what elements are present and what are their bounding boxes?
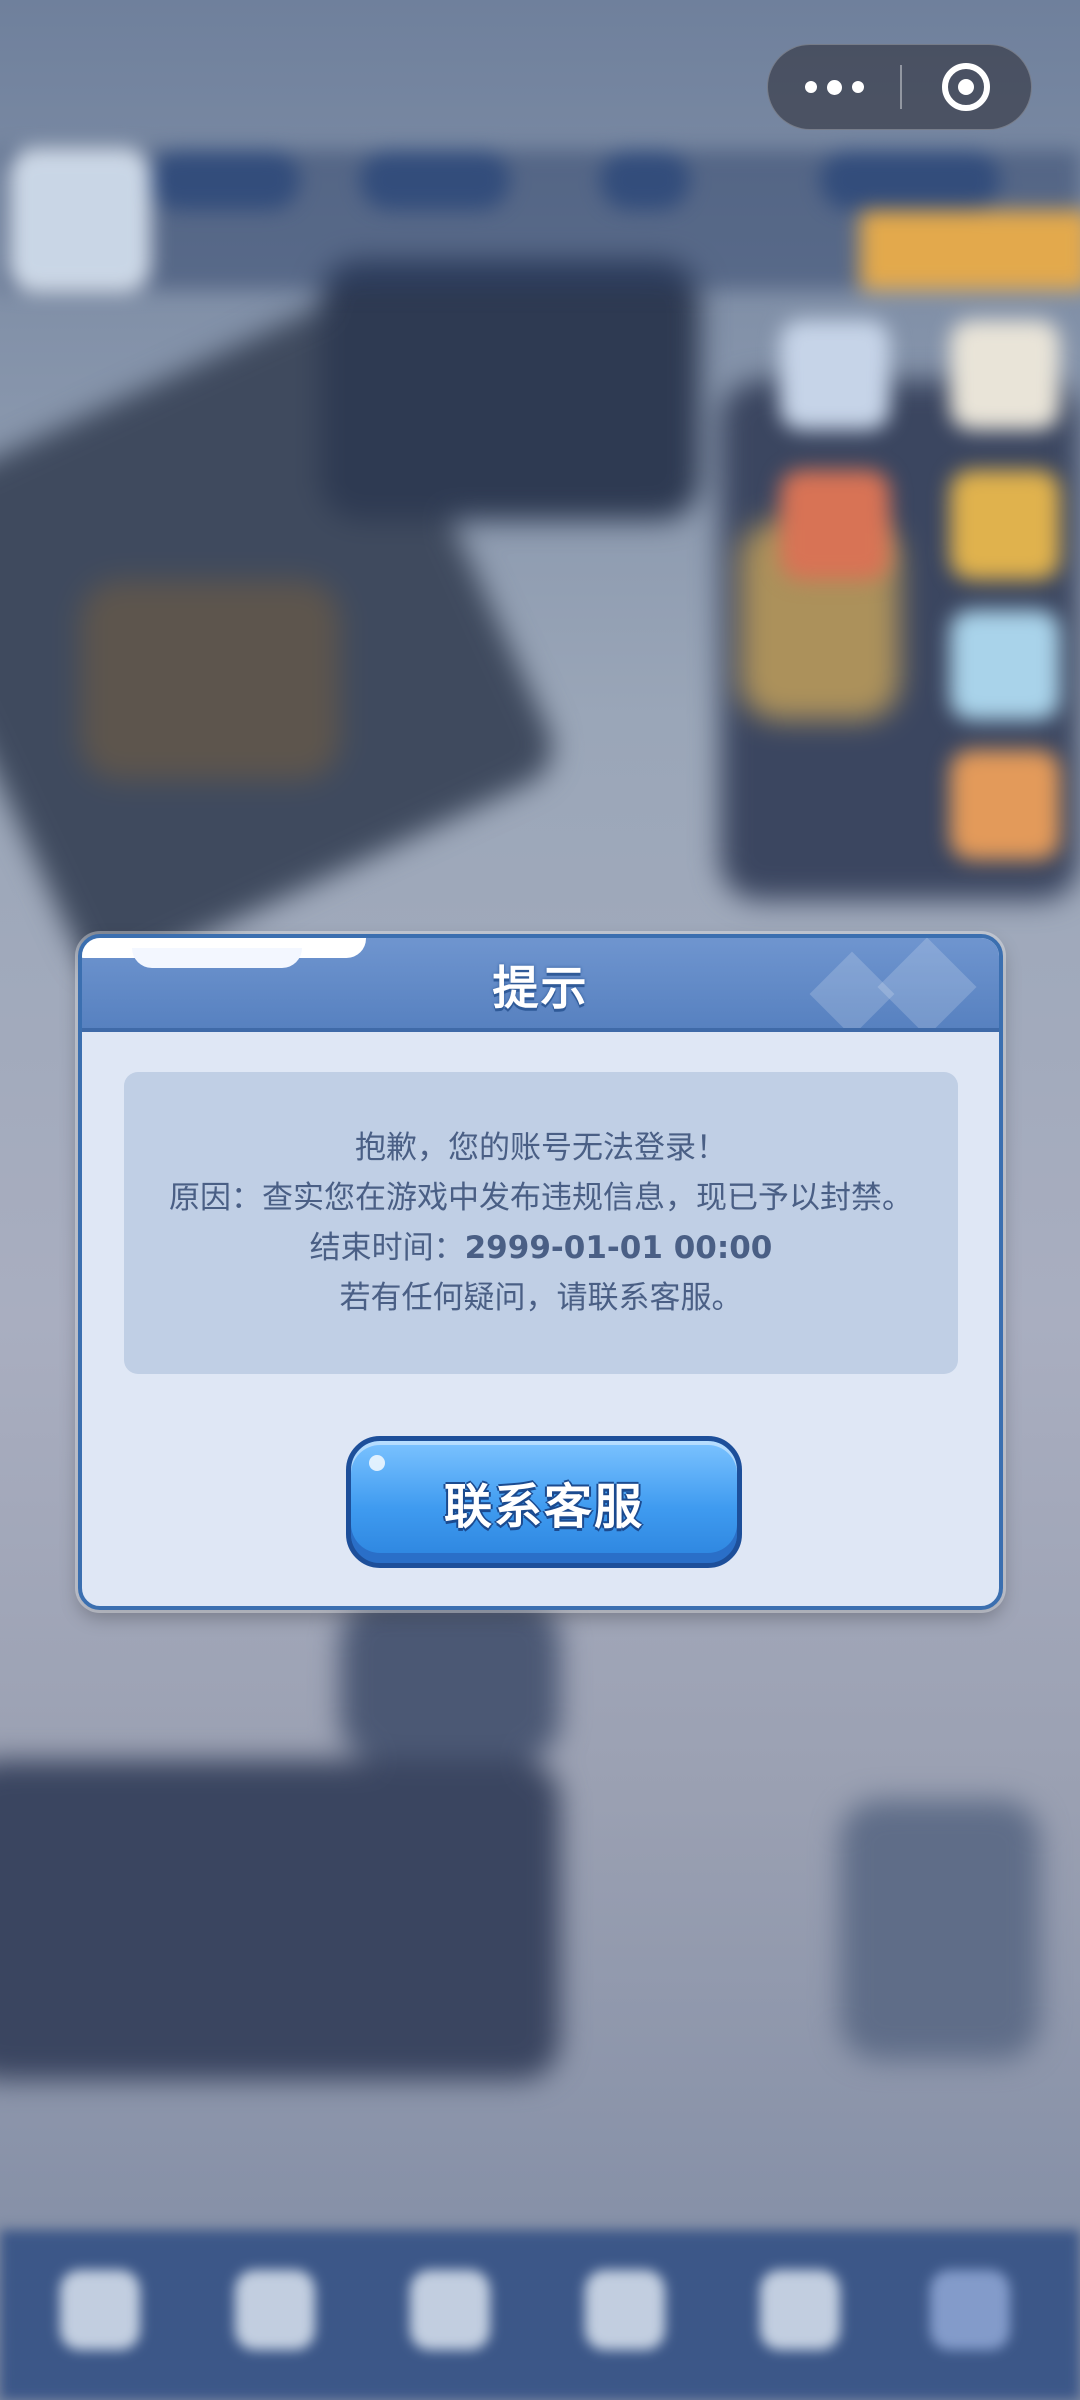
nav-icon bbox=[760, 2270, 840, 2350]
end-time-value: 2999-01-01 00:00 bbox=[464, 1230, 773, 1266]
event-icon bbox=[950, 470, 1060, 580]
dialog-title: 提示 bbox=[492, 961, 589, 1015]
nav-icon bbox=[585, 2270, 665, 2350]
miniprogram-capsule bbox=[767, 44, 1032, 130]
nav-icon bbox=[60, 2270, 140, 2350]
message-line: 抱歉，您的账号无法登录！ bbox=[355, 1130, 727, 1166]
dialog-header: 提示 bbox=[82, 938, 999, 1032]
event-icon bbox=[950, 750, 1060, 860]
hud-resource-pill bbox=[150, 150, 300, 210]
miniprogram-close-icon[interactable] bbox=[902, 45, 1032, 129]
contact-support-button[interactable]: 联系客服 bbox=[346, 1436, 742, 1568]
player-avatar bbox=[10, 150, 150, 290]
nav-icon bbox=[930, 2270, 1010, 2350]
button-shine bbox=[369, 1455, 385, 1471]
nav-icon bbox=[410, 2270, 490, 2350]
nav-icon bbox=[235, 2270, 315, 2350]
event-icon bbox=[780, 470, 890, 580]
ban-notice-dialog: 提示 抱歉，您的账号无法登录！ 原因：查实您在游戏中发布违规信息，现已予以封禁。… bbox=[78, 934, 1003, 1610]
bottom-nav bbox=[0, 2230, 1080, 2400]
end-time-label: 结束时间： bbox=[309, 1230, 465, 1266]
contact-support-label: 联系客服 bbox=[443, 1479, 644, 1535]
event-icon bbox=[950, 320, 1060, 430]
message-box: 抱歉，您的账号无法登录！ 原因：查实您在游戏中发布违规信息，现已予以封禁。 结束… bbox=[124, 1072, 958, 1374]
hud-event-banner bbox=[860, 210, 1080, 290]
ban-reason: 原因：查实您在游戏中发布违规信息，现已予以封禁。 bbox=[169, 1180, 913, 1216]
ban-end-time: 结束时间：2999-01-01 00:00 bbox=[310, 1226, 773, 1270]
hud-resource-pill bbox=[600, 150, 690, 210]
message-line: 若有任何疑问，请联系客服。 bbox=[339, 1280, 743, 1316]
more-dots-icon[interactable] bbox=[768, 45, 900, 129]
hud-resource-pill bbox=[820, 150, 1000, 210]
event-icon bbox=[780, 320, 890, 430]
hud-resource-pill bbox=[360, 150, 510, 210]
event-icon bbox=[950, 610, 1060, 720]
